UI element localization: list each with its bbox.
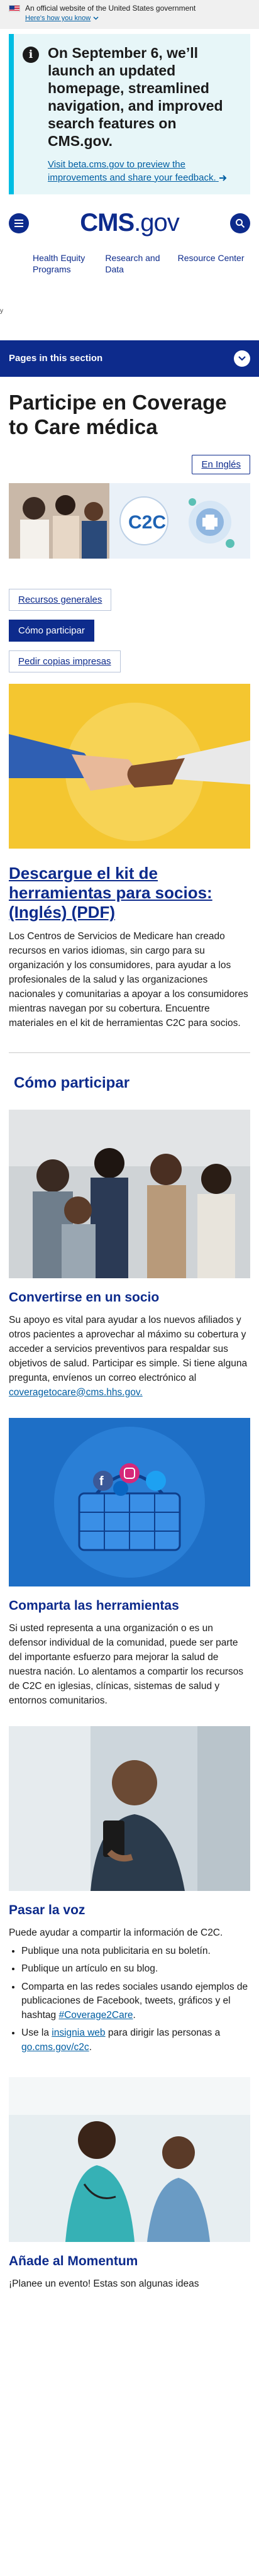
pages-in-section-label: Pages in this section xyxy=(9,353,103,364)
list-item: Comparta en las redes sociales usando ej… xyxy=(21,1980,250,2022)
gov-banner: An official website of the United States… xyxy=(0,0,259,29)
search-icon xyxy=(236,218,245,228)
spread-word-illustration xyxy=(9,1726,250,1891)
chevron-down-icon xyxy=(93,16,99,20)
gov-banner-text: An official website of the United States… xyxy=(25,4,196,13)
quick-nav-resource-center[interactable]: Resource Center xyxy=(178,252,250,264)
logo-main: CMS xyxy=(80,209,135,237)
site-header: CMS.gov xyxy=(0,194,259,252)
quick-nav-health-equity[interactable]: Health Equity Programs xyxy=(33,252,105,275)
spacer: y xyxy=(0,308,259,340)
spread-word-list: Publique una nota publicitaria en su bol… xyxy=(0,1941,259,2055)
svg-text:f: f xyxy=(99,1475,104,1488)
alert-content: On September 6, we’ll launch an updated … xyxy=(48,44,241,184)
partner-description: Su apoyo es vital para ayudar a los nuev… xyxy=(0,1306,259,1400)
language-row: En Inglés xyxy=(0,440,259,474)
hashtag-link[interactable]: #Coverage2Care xyxy=(58,2010,133,2021)
search-button[interactable] xyxy=(230,213,250,233)
quick-nav: Health Equity Programs Research and Data… xyxy=(0,252,259,308)
partner-photo-illustration xyxy=(9,1109,250,1278)
gov-banner-link[interactable]: Here's how you know xyxy=(25,14,91,22)
momentum-image xyxy=(9,2077,250,2242)
language-toggle-button[interactable]: En Inglés xyxy=(192,454,250,474)
page-title: Participe en Coverage to Care médica xyxy=(9,390,227,438)
subnav-how-to-participate[interactable]: Cómo participar xyxy=(9,619,94,642)
handshake-illustration xyxy=(9,683,250,849)
info-icon: i xyxy=(23,47,39,63)
partner-heading: Convertirse en un socio xyxy=(9,1290,160,1305)
handshake-image xyxy=(9,683,250,849)
toolkit-description: Los Centros de Servicios de Medicare han… xyxy=(9,931,248,1029)
partner-email-link[interactable]: coveragetocare@cms.hhs.gov. xyxy=(9,1387,143,1398)
stray-mark: y xyxy=(0,307,3,315)
menu-button[interactable] xyxy=(9,213,29,233)
list-item: Publique una nota publicitaria en su bol… xyxy=(21,1944,250,1958)
gov-banner-row: An official website of the United States… xyxy=(9,4,250,13)
badge-pre-text: Use la xyxy=(21,2027,49,2039)
quick-nav-research-data[interactable]: Research and Data xyxy=(105,252,177,275)
us-flag-icon xyxy=(9,4,20,12)
share-tools-image: f xyxy=(9,1417,250,1586)
momentum-description: ¡Planee un evento! Estas son algunas ide… xyxy=(9,2278,199,2290)
section-subnav: Recursos generales Cómo participar Pedir… xyxy=(0,559,259,672)
share-tools-heading: Comparta las herramientas xyxy=(9,1598,179,1613)
share-tools-illustration: f xyxy=(9,1417,250,1586)
subnav-order-print-copies[interactable]: Pedir copias impresas xyxy=(9,650,121,672)
badge-mid-text: para dirigir las personas a xyxy=(107,2027,221,2039)
hamburger-icon xyxy=(14,219,23,227)
partner-image xyxy=(9,1109,250,1278)
site-alert: i On September 6, we’ll launch an update… xyxy=(9,34,250,194)
toolkit-download-link[interactable]: Descargue el kit de herramientas para so… xyxy=(0,849,259,923)
list-item: Publique un artículo en su blog. xyxy=(21,1962,250,1976)
cms-logo[interactable]: CMS.gov xyxy=(80,209,179,237)
alert-title: On September 6, we’ll launch an updated … xyxy=(48,45,223,150)
momentum-heading: Añade al Momentum xyxy=(9,2254,138,2268)
chevron-down-icon xyxy=(234,350,250,367)
gov-banner-toggle[interactable]: Here's how you know xyxy=(25,14,250,22)
alert-link-text[interactable]: Visit beta.cms.gov to preview the improv… xyxy=(48,159,216,182)
c2c-url-link[interactable]: go.cms.gov/c2c xyxy=(21,2042,89,2053)
pages-in-section-toggle[interactable]: Pages in this section xyxy=(0,340,259,377)
spread-word-heading: Pasar la voz xyxy=(9,1902,85,1917)
share-tools-description: Si usted representa a una organización o… xyxy=(9,1622,244,1706)
web-badge-link[interactable]: insignia web xyxy=(52,2027,105,2038)
social-share-text: Comparta en las redes sociales usando ej… xyxy=(21,1981,248,2021)
partner-body: Su apoyo es vital para ayudar a los nuev… xyxy=(9,1315,248,1383)
alert-link[interactable]: Visit beta.cms.gov to preview the improv… xyxy=(48,159,241,184)
hero-illustration: C2C xyxy=(9,482,250,559)
hero-banner: C2C xyxy=(9,482,250,559)
spread-word-intro: Puede ayudar a compartir la información … xyxy=(9,1927,223,1938)
svg-text:C2C: C2C xyxy=(128,512,166,533)
spread-word-image xyxy=(9,1726,250,1891)
subnav-general-resources[interactable]: Recursos generales xyxy=(9,588,112,611)
how-to-participate-heading: Cómo participar xyxy=(14,1074,130,1091)
arrow-right-icon xyxy=(219,174,227,181)
momentum-illustration xyxy=(9,2077,250,2242)
logo-suffix: .gov xyxy=(134,209,180,237)
list-item: Use la insignia web para dirigir las per… xyxy=(21,2026,250,2055)
